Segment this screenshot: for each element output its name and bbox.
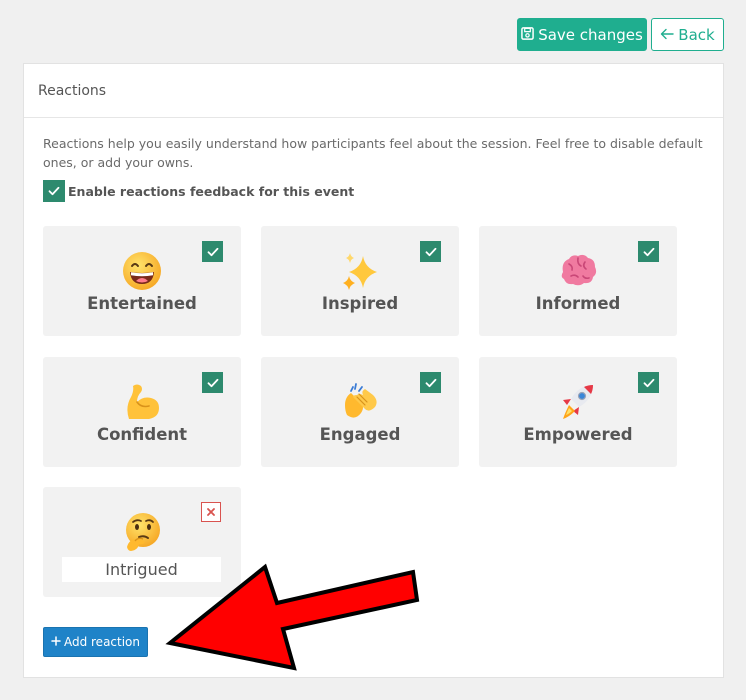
reaction-card-confident: Confident: [43, 357, 241, 467]
reaction-label: Confident: [96, 425, 188, 444]
reaction-card-informed: Informed: [479, 226, 677, 336]
plus-icon: [51, 635, 61, 649]
grinning-face-icon: [43, 250, 241, 292]
flexed-biceps-icon: [43, 381, 241, 423]
add-reaction-button[interactable]: Add reaction: [43, 627, 148, 657]
floppy-disk-icon: [521, 26, 535, 44]
reaction-label: Entertained: [87, 294, 197, 313]
reaction-card-inspired: Inspired: [261, 226, 459, 336]
back-label: Back: [678, 25, 715, 44]
clapping-hands-icon: [261, 381, 459, 423]
reaction-card-entertained: Entertained: [43, 226, 241, 336]
reaction-label: Engaged: [319, 425, 401, 444]
arrow-left-icon: [660, 26, 674, 44]
rocket-icon: [479, 381, 677, 423]
custom-reaction-name-input[interactable]: [62, 557, 221, 582]
enable-reactions-row[interactable]: Enable reactions feedback for this event: [43, 180, 354, 202]
add-reaction-label: Add reaction: [63, 635, 141, 649]
check-icon: [48, 186, 60, 196]
reaction-card-engaged: Engaged: [261, 357, 459, 467]
brain-icon: [479, 250, 677, 292]
panel-title: Reactions: [38, 82, 107, 99]
reaction-card-empowered: Empowered: [479, 357, 677, 467]
sparkles-icon: [261, 250, 459, 292]
save-changes-button[interactable]: Save changes: [517, 18, 647, 51]
reaction-label: Informed: [535, 294, 621, 313]
thinking-face-icon: [43, 511, 241, 553]
reactions-panel: Reactions Reactions help you easily unde…: [23, 63, 724, 678]
save-changes-label: Save changes: [538, 25, 643, 44]
toolbar: Save changes Back: [517, 18, 724, 51]
back-button[interactable]: Back: [651, 18, 724, 51]
reaction-card-custom: [43, 487, 241, 597]
enable-reactions-checkbox[interactable]: [43, 180, 65, 202]
panel-header: Reactions: [24, 64, 723, 118]
reaction-label: Empowered: [523, 425, 633, 444]
enable-reactions-label: Enable reactions feedback for this event: [68, 183, 355, 199]
reaction-label: Inspired: [321, 294, 399, 313]
reactions-description: Reactions help you easily understand how…: [43, 136, 703, 170]
